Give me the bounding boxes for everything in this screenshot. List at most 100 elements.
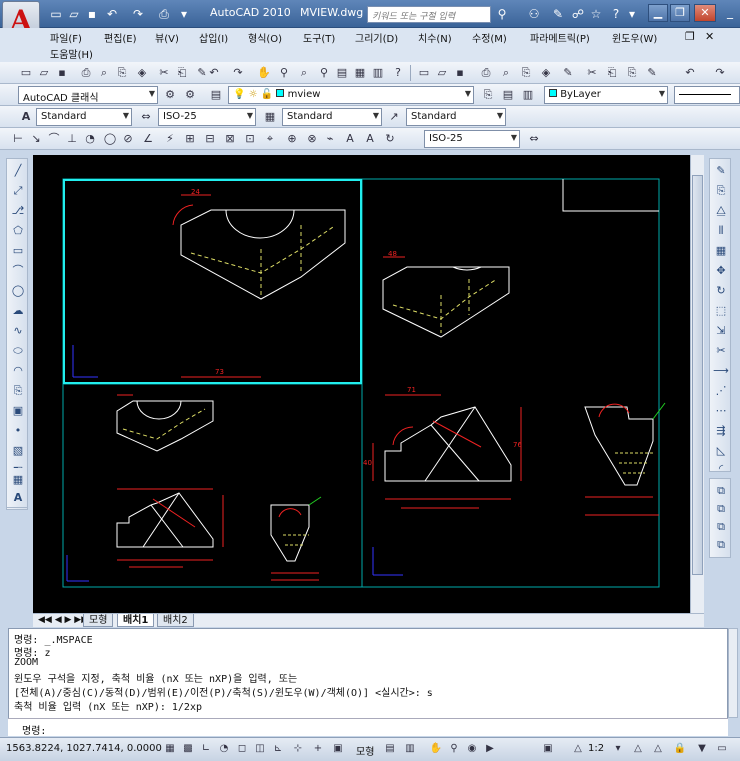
erase-icon[interactable]: ✎ — [713, 163, 729, 179]
menu-modify[interactable]: 수정(M) — [472, 30, 507, 45]
jogged-linear-icon[interactable]: ⌁ — [322, 131, 338, 147]
plot-preview-icon[interactable]: ⌕ — [96, 65, 112, 81]
layer-states-icon[interactable]: ▥ — [520, 87, 536, 103]
stretch-icon[interactable]: ⇲ — [713, 323, 729, 339]
diameter-icon[interactable]: ⊘ — [120, 131, 136, 147]
tolerance-icon[interactable]: ⌖ — [262, 131, 278, 147]
menu-insert[interactable]: 삽입(I) — [199, 30, 228, 45]
search-icon[interactable]: ⚲ — [494, 6, 510, 22]
rotate-icon[interactable]: ↻ — [713, 283, 729, 299]
line-icon[interactable]: ╱ — [10, 163, 26, 179]
zoom-icon[interactable]: ⚲ — [446, 741, 462, 757]
favorites-icon[interactable]: ☆ — [588, 6, 604, 22]
linear-dim-icon[interactable]: ⊢ — [10, 131, 26, 147]
offset-icon[interactable]: ⫴ — [713, 223, 729, 239]
ellipse-icon[interactable]: ⬭ — [10, 343, 26, 359]
table-style-icon[interactable]: ▦ — [262, 109, 278, 125]
make-current-layer-icon[interactable]: ⎘ — [480, 87, 496, 103]
break-icon[interactable]: ⋯ — [713, 403, 729, 419]
layer-previous-icon[interactable]: ▤ — [500, 87, 516, 103]
jogged-icon[interactable]: ◯ — [102, 131, 118, 147]
clean-screen-icon[interactable]: ▭ — [714, 741, 730, 757]
menu-parametric[interactable]: 파라메트릭(P) — [530, 30, 590, 45]
point-icon[interactable]: • — [10, 423, 26, 439]
customize-icon[interactable]: ⚙ — [182, 87, 198, 103]
save-icon-2[interactable]: ▪ — [452, 65, 468, 81]
linetype-dropdown[interactable] — [674, 86, 740, 104]
showmotion-icon[interactable]: ▶ — [482, 741, 498, 757]
ortho-mode-icon[interactable]: ∟ — [198, 741, 214, 757]
radius-icon[interactable]: ◔ — [82, 131, 98, 147]
vertical-scrollbar[interactable] — [690, 155, 704, 613]
quick-properties-icon[interactable]: ▣ — [330, 741, 346, 757]
annotation-scale-icon[interactable]: △ — [650, 741, 666, 757]
object-snap-icon[interactable]: ◻ — [234, 741, 250, 757]
lineweight-icon[interactable]: + — [310, 741, 326, 757]
tools-icon[interactable]: ✎ — [550, 6, 566, 22]
menu-format[interactable]: 형식(O) — [248, 30, 282, 45]
quick-dim-icon[interactable]: ⚡ — [162, 131, 178, 147]
break-at-point-icon[interactable]: ⋰ — [713, 383, 729, 399]
baseline-icon[interactable]: ⊞ — [182, 131, 198, 147]
tab-layout1[interactable]: 배치1 — [117, 614, 155, 627]
brush-icon[interactable]: ✎ — [644, 65, 660, 81]
copy-icon-2[interactable]: ⎗ — [604, 65, 620, 81]
publish-icon[interactable]: ⎘ — [114, 65, 130, 81]
undo-icon[interactable]: ↶ — [206, 65, 222, 81]
quick-view-drawings-icon[interactable]: ▥ — [402, 741, 418, 757]
workspace-dropdown[interactable]: AutoCAD 클래식 ▼ — [18, 86, 158, 104]
doc-minimize-icon[interactable]: _ — [722, 4, 738, 20]
circle-icon[interactable]: ◯ — [10, 283, 26, 299]
spline-icon[interactable]: ∿ — [10, 323, 26, 339]
mleader-style-icon[interactable]: ↗ — [386, 109, 402, 125]
design-center-icon[interactable]: ▦ — [352, 65, 368, 81]
multiline-text-icon[interactable]: A — [10, 490, 26, 506]
insert-block-icon[interactable]: ⎘ — [10, 383, 26, 399]
layer-properties-icon[interactable]: ▤ — [208, 87, 224, 103]
publish-icon-2[interactable]: ⎘ — [518, 65, 534, 81]
new-file-icon[interactable]: ▭ — [48, 6, 64, 22]
zoom-realtime-icon[interactable]: ⚲ — [276, 65, 292, 81]
menu-window[interactable]: 윈도우(W) — [612, 30, 657, 45]
text-style-icon[interactable]: A — [18, 109, 34, 125]
dynamic-input-icon[interactable]: ⊹ — [290, 741, 306, 757]
drawing-canvas[interactable]: 24 73 48 71 76 40 — [33, 155, 690, 613]
join-icon[interactable]: ⇶ — [713, 423, 729, 439]
mleader-style-dropdown[interactable]: Standard ▼ — [406, 108, 506, 126]
close-button[interactable]: ✕ — [694, 4, 716, 22]
workspace-settings-icon[interactable]: ⚙ — [162, 87, 178, 103]
new-icon[interactable]: ▭ — [18, 65, 34, 81]
dim-text-edit-icon[interactable]: A — [362, 131, 378, 147]
bring-above-icon[interactable]: ⧉ — [713, 519, 729, 535]
open-icon-2[interactable]: ▱ — [434, 65, 450, 81]
maximize-viewport-icon[interactable]: ▣ — [540, 741, 556, 757]
properties-icon[interactable]: ▤ — [334, 65, 350, 81]
move-icon[interactable]: ✥ — [713, 263, 729, 279]
center-mark-icon[interactable]: ⊕ — [284, 131, 300, 147]
minimize-button[interactable]: ▁ — [648, 4, 668, 22]
ellipse-arc-icon[interactable]: ◠ — [10, 363, 26, 379]
dim-edit-icon[interactable]: A — [342, 131, 358, 147]
drawing-svg[interactable]: 24 73 48 71 76 40 — [33, 155, 690, 613]
quick-view-layouts-icon[interactable]: ▤ — [382, 741, 398, 757]
subscription-icon[interactable]: ☍ — [570, 6, 586, 22]
redo-icon-2[interactable]: ↷ — [712, 65, 728, 81]
dim-style-icon[interactable]: ⇔ — [138, 109, 154, 125]
fillet-icon[interactable]: ◜ — [713, 461, 729, 477]
scale-icon[interactable]: ⬚ — [713, 303, 729, 319]
copy-icon[interactable]: ⎗ — [174, 65, 190, 81]
menu-file[interactable]: 파일(F) — [50, 30, 82, 45]
ordinate-icon[interactable]: ⊥ — [64, 131, 80, 147]
hardware-acceleration-icon[interactable]: ▼ — [694, 741, 710, 757]
snap-mode-icon[interactable]: ▦ — [162, 741, 178, 757]
open-folder-icon[interactable]: ▱ — [66, 6, 82, 22]
new-icon-2[interactable]: ▭ — [416, 65, 432, 81]
restore-button[interactable]: ❐ — [670, 4, 690, 22]
open-icon[interactable]: ▱ — [36, 65, 52, 81]
array-icon[interactable]: ▦ — [713, 243, 729, 259]
dim-space-icon[interactable]: ⊠ — [222, 131, 238, 147]
dynamic-ucs-icon[interactable]: ⊾ — [270, 741, 286, 757]
copy-object-icon[interactable]: ⎘ — [713, 183, 729, 199]
send-to-back-icon[interactable]: ⧉ — [713, 501, 729, 517]
pan-icon[interactable]: ✋ — [256, 65, 272, 81]
